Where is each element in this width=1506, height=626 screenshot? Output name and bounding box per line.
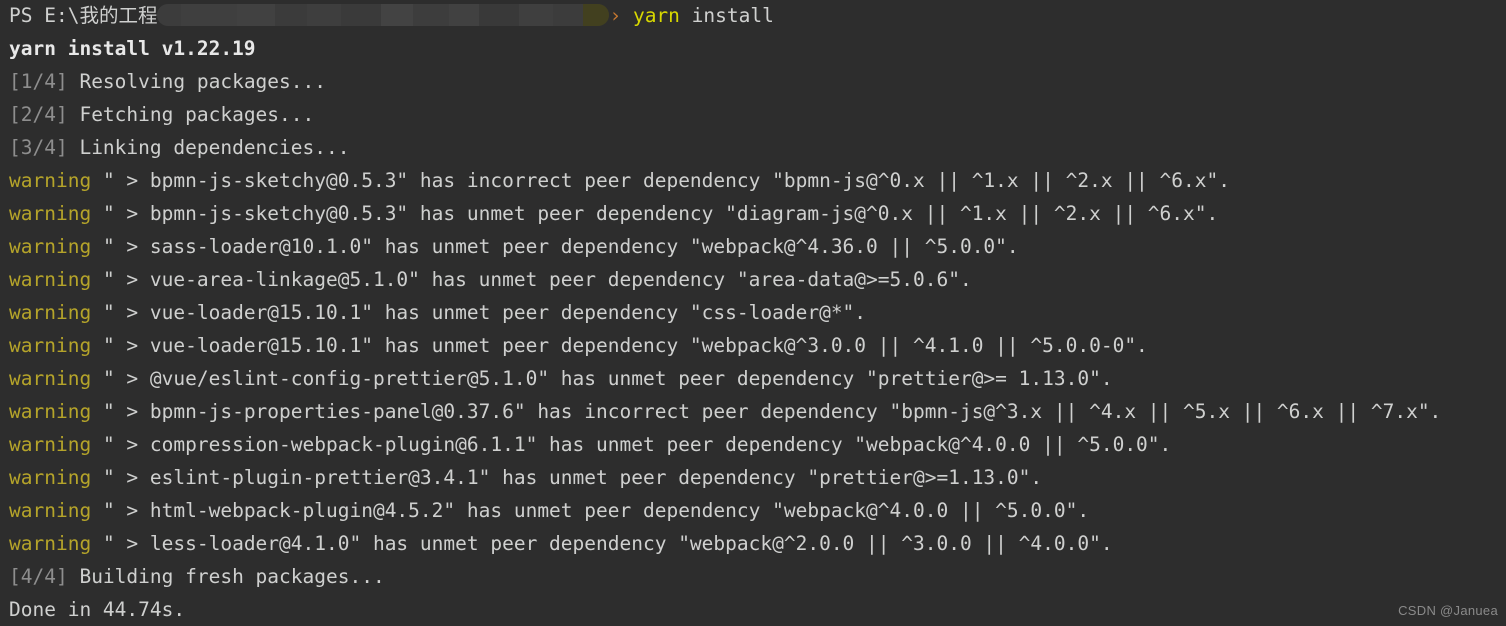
warning-body: " > @vue/eslint-config-prettier@5.1.0" h… bbox=[102, 367, 1113, 390]
warning-body: " > vue-area-linkage@5.1.0" has unmet pe… bbox=[102, 268, 972, 291]
done-text: Done in 44.74s. bbox=[9, 598, 186, 621]
warning-line: warning " > vue-loader@15.10.1" has unme… bbox=[0, 329, 1506, 362]
prompt-line: PS E:\我的工程 › yarn install bbox=[0, 0, 1506, 32]
warning-body: " > bpmn-js-sketchy@0.5.3" has incorrect… bbox=[102, 169, 1230, 192]
warning-label: warning bbox=[9, 400, 92, 423]
command-args: install bbox=[691, 4, 774, 27]
step-marker: [4/4] bbox=[9, 565, 68, 588]
warning-label: warning bbox=[9, 433, 92, 456]
warning-body: " > html-webpack-plugin@4.5.2" has unmet… bbox=[102, 499, 1090, 522]
warning-line: warning " > html-webpack-plugin@4.5.2" h… bbox=[0, 494, 1506, 527]
step-line-4: [4/4] Building fresh packages... bbox=[0, 560, 1506, 593]
yarn-version-line: yarn install v1.22.19 bbox=[0, 32, 1506, 65]
step-text: Linking dependencies... bbox=[79, 136, 350, 159]
warning-line: warning " > bpmn-js-sketchy@0.5.3" has u… bbox=[0, 197, 1506, 230]
warning-label: warning bbox=[9, 235, 92, 258]
step-text: Resolving packages... bbox=[79, 70, 326, 93]
warning-line: warning " > compression-webpack-plugin@6… bbox=[0, 428, 1506, 461]
warning-line: warning " > eslint-plugin-prettier@3.4.1… bbox=[0, 461, 1506, 494]
warning-body: " > vue-loader@15.10.1" has unmet peer d… bbox=[102, 334, 1148, 357]
step-text: Fetching packages... bbox=[79, 103, 315, 126]
warning-line: warning " > bpmn-js-properties-panel@0.3… bbox=[0, 395, 1506, 428]
step-line-3: [3/4] Linking dependencies... bbox=[0, 131, 1506, 164]
step-marker: [3/4] bbox=[9, 136, 68, 159]
warning-body: " > eslint-plugin-prettier@3.4.1" has un… bbox=[102, 466, 1043, 489]
warning-body: " > less-loader@4.1.0" has unmet peer de… bbox=[102, 532, 1113, 555]
prompt-arrow: › bbox=[609, 4, 622, 27]
warning-line: warning " > sass-loader@10.1.0" has unme… bbox=[0, 230, 1506, 263]
warning-line: warning " > vue-area-linkage@5.1.0" has … bbox=[0, 263, 1506, 296]
warning-label: warning bbox=[9, 202, 92, 225]
warning-body: " > compression-webpack-plugin@6.1.1" ha… bbox=[102, 433, 1172, 456]
warning-body: " > vue-loader@15.10.1" has unmet peer d… bbox=[102, 301, 867, 324]
step-line-2: [2/4] Fetching packages... bbox=[0, 98, 1506, 131]
step-line-1: [1/4] Resolving packages... bbox=[0, 65, 1506, 98]
step-marker: [2/4] bbox=[9, 103, 68, 126]
warning-body: " > bpmn-js-properties-panel@0.37.6" has… bbox=[102, 400, 1442, 423]
warning-label: warning bbox=[9, 169, 92, 192]
watermark: CSDN @Januea bbox=[1398, 603, 1498, 618]
warning-label: warning bbox=[9, 499, 92, 522]
warning-label: warning bbox=[9, 532, 92, 555]
terminal-window[interactable]: PS E:\我的工程 › yarn install yarn install v1… bbox=[0, 0, 1506, 626]
command-name: yarn bbox=[632, 4, 680, 27]
warning-line: warning " > bpmn-js-sketchy@0.5.3" has i… bbox=[0, 164, 1506, 197]
warning-line: warning " > vue-loader@15.10.1" has unme… bbox=[0, 296, 1506, 329]
warning-label: warning bbox=[9, 367, 92, 390]
redacted-path bbox=[157, 4, 610, 26]
step-text: Building fresh packages... bbox=[79, 565, 385, 588]
done-line: Done in 44.74s. bbox=[0, 593, 1506, 626]
step-marker: [1/4] bbox=[9, 70, 68, 93]
warning-line: warning " > less-loader@4.1.0" has unmet… bbox=[0, 527, 1506, 560]
warning-body: " > sass-loader@10.1.0" has unmet peer d… bbox=[102, 235, 1019, 258]
prompt-prefix: PS E:\我的工程 bbox=[9, 4, 158, 27]
warning-label: warning bbox=[9, 301, 92, 324]
warning-line: warning " > @vue/eslint-config-prettier@… bbox=[0, 362, 1506, 395]
yarn-version-text: yarn install v1.22.19 bbox=[9, 37, 256, 60]
warning-label: warning bbox=[9, 334, 92, 357]
warning-body: " > bpmn-js-sketchy@0.5.3" has unmet pee… bbox=[102, 202, 1219, 225]
warning-label: warning bbox=[9, 268, 92, 291]
warning-label: warning bbox=[9, 466, 92, 489]
